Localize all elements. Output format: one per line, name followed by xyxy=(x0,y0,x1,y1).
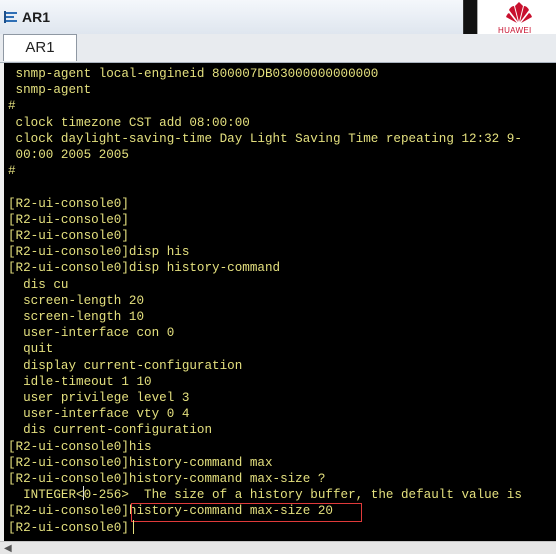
terminal-line: [R2-ui-console0] xyxy=(8,212,129,227)
terminal-line: clock timezone CST add 08:00:00 xyxy=(8,115,250,130)
vendor-logo: HUAWEI xyxy=(477,0,556,38)
text-cursor xyxy=(133,520,134,534)
terminal-line: [R2-ui-console0]disp his xyxy=(8,245,190,260)
tab-strip xyxy=(0,34,556,63)
terminal-line: dis cu xyxy=(8,277,69,292)
terminal-line: user-interface con 0 xyxy=(8,326,175,341)
terminal-line: screen-length 10 xyxy=(8,310,145,324)
huawei-petals-icon xyxy=(506,2,532,23)
terminal-line: idle-timeout 1 10 xyxy=(8,374,152,389)
terminal-line: user privilege level 3 xyxy=(8,391,190,405)
terminal-line: # xyxy=(8,99,16,114)
terminal-line: display current-configuration xyxy=(8,358,243,373)
highlight-box xyxy=(131,503,362,522)
terminal-line: [R2-ui-console0]disp history-command xyxy=(8,261,281,276)
terminal-line: INTEGER<0-256> The size of a history buf… xyxy=(8,488,522,503)
terminal-line: dis current-configuration xyxy=(8,423,213,438)
terminal-console[interactable]: snmp-agent local-engineid 800007DB030000… xyxy=(4,63,556,541)
terminal-line: [R2-ui-console0] xyxy=(8,196,129,211)
terminal-line: [R2-ui-console0]his xyxy=(8,439,152,454)
terminal-line: 00:00 2005 2005 xyxy=(8,148,129,162)
terminal-line: snmp-agent xyxy=(8,83,92,98)
horizontal-scrollbar[interactable]: ◀ xyxy=(0,541,556,554)
window-title: AR1 xyxy=(22,9,51,25)
terminal-line: [R2-ui-console0]history-command max-size… xyxy=(8,472,326,486)
app-icon xyxy=(4,11,17,23)
terminal-line: clock daylight-saving-time Day Light Sav… xyxy=(8,131,522,146)
tab-ar1[interactable]: AR1 xyxy=(3,34,77,61)
terminal-line: # xyxy=(8,164,16,179)
terminal-line: [R2-ui-console0]history-command max xyxy=(8,455,273,470)
terminal-line: [R2-ui-console0] xyxy=(8,520,129,535)
terminal-line: quit xyxy=(8,342,54,357)
terminal-line: snmp-agent local-engineid 800007DB030000… xyxy=(8,67,379,81)
terminal-line: user-interface vty 0 4 xyxy=(8,407,190,422)
terminal-line: [R2-ui-console0] xyxy=(8,229,129,243)
ibeam-pointer-icon xyxy=(83,486,84,500)
scroll-left-arrow-icon[interactable]: ◀ xyxy=(4,543,12,554)
terminal-line: screen-length 20 xyxy=(8,293,145,308)
